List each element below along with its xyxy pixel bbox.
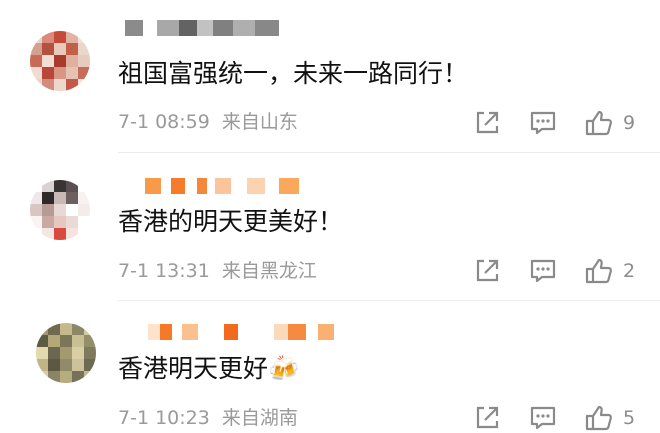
avatar-pixel (48, 371, 60, 383)
avatar-pixel (36, 347, 48, 359)
avatar-pixel (60, 359, 72, 371)
avatar-pixel (84, 347, 96, 359)
avatar-pixel (60, 347, 72, 359)
comment-source: 来自湖南 (221, 407, 298, 429)
comment-time: 7-1 10:23 (118, 407, 210, 429)
avatar-pixel (84, 359, 96, 371)
avatar-pixel (72, 347, 84, 359)
avatar-pixel (60, 335, 72, 347)
avatar-pixel (84, 371, 96, 383)
comment-meta: 7-1 10:23 来自湖南 (118, 406, 298, 430)
comment-icon (530, 406, 556, 430)
avatar-pixel (84, 323, 96, 335)
avatar-pixel (72, 371, 84, 383)
comment-text: 香港明天更好🍻 (118, 354, 300, 383)
avatar-pixel (60, 323, 72, 335)
like-count: 5 (623, 407, 636, 429)
avatar-pixel (48, 335, 60, 347)
avatar-pixel (36, 335, 48, 347)
avatar-pixel (84, 335, 96, 347)
avatar-pixel (48, 347, 60, 359)
avatar-pixel (36, 359, 48, 371)
avatar-pixel (72, 335, 84, 347)
comment-item: 香港明天更好🍻 7-1 10:23 来自湖南 5 (0, 0, 660, 433)
avatar-pixel (48, 323, 60, 335)
like-button[interactable] (584, 403, 614, 433)
avatar[interactable] (36, 323, 96, 383)
like-icon (585, 405, 612, 431)
avatar-pixel (72, 323, 84, 335)
username-pixelated[interactable] (148, 324, 348, 340)
avatar-pixel (48, 359, 60, 371)
avatar-pixel (60, 371, 72, 383)
share-icon (476, 406, 499, 429)
avatar-pixel (36, 323, 48, 335)
comment-button[interactable] (528, 403, 558, 433)
share-button[interactable] (472, 403, 502, 433)
avatar-pixel (72, 359, 84, 371)
avatar-pixel (36, 371, 48, 383)
